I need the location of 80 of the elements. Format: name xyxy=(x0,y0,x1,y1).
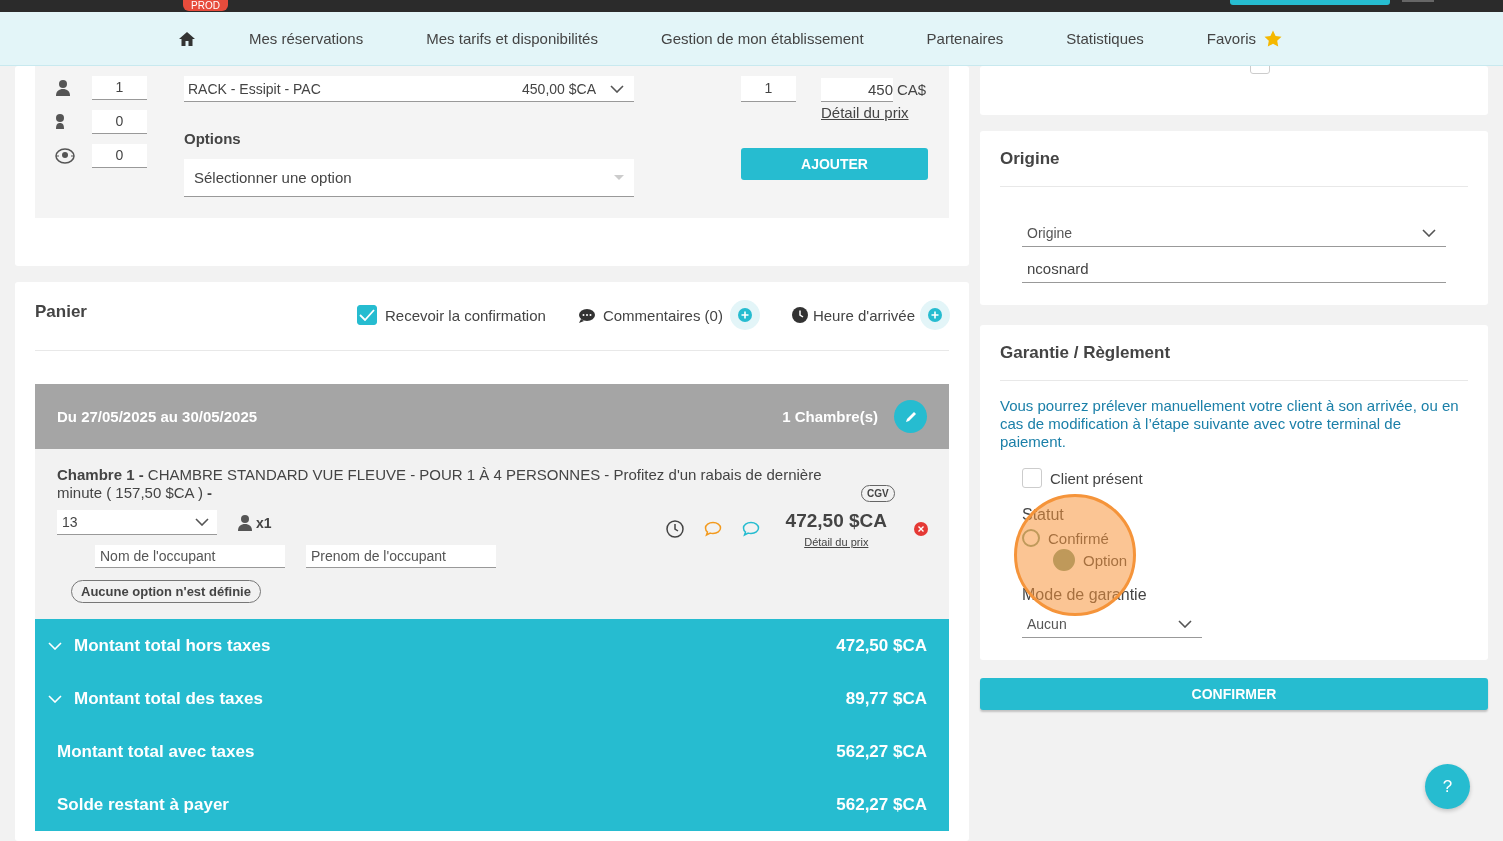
home-icon xyxy=(178,30,196,47)
occupant-first-name-field[interactable]: Prenom de l'occupant xyxy=(306,545,496,568)
user-field[interactable]: ncosnard xyxy=(1022,255,1446,283)
rate-select[interactable]: RACK - Essipit - PAC 450,00 $CA xyxy=(184,76,634,102)
home-link[interactable] xyxy=(178,30,196,47)
total-amount: 562,27 $CA xyxy=(836,794,927,815)
payment-notice: Vous pourrez prélever manuellement votre client à son arrivée, ou en cas de modification à l’étape suivante avec votre terminal de paiement. xyxy=(1000,397,1460,451)
occupant-count: x1 xyxy=(256,514,272,531)
origin-select[interactable]: Origine xyxy=(1022,219,1446,247)
clock-icon xyxy=(665,520,684,538)
environment-badge: PROD xyxy=(183,0,228,11)
section-title: Origine xyxy=(1000,149,1061,170)
guest-count-field[interactable]: 0 xyxy=(92,110,147,134)
child-icon xyxy=(55,113,65,131)
options-button[interactable]: Aucune option n'est définie xyxy=(71,580,261,603)
options-label: Options xyxy=(184,130,242,147)
radio-button[interactable] xyxy=(1053,549,1075,571)
checkbox-label: Client présent xyxy=(1050,469,1143,487)
currency-label: CA$ xyxy=(897,80,927,100)
rate-price: 450,00 $CA xyxy=(522,80,596,97)
chevron-down-icon xyxy=(1422,228,1436,237)
add-icon xyxy=(729,300,760,330)
guarantee-mode-value: Aucun xyxy=(1027,615,1067,632)
checkbox[interactable] xyxy=(1022,468,1042,488)
clock-icon xyxy=(791,307,808,323)
adult-icon xyxy=(55,79,71,97)
checkbox-label: Recevoir la confirmation xyxy=(385,306,546,324)
person-icon xyxy=(237,514,253,531)
total-amount: 89,77 $CA xyxy=(845,688,927,709)
radio-label: Confirmé xyxy=(1048,529,1109,547)
guest-count-field[interactable]: 0 xyxy=(92,144,147,168)
quantity-field[interactable]: 1 xyxy=(741,76,796,102)
arrival-time-label: Heure d'arrivée xyxy=(812,306,915,324)
comments-label: Commentaires (0) xyxy=(602,306,723,324)
dropdown-arrow-icon xyxy=(614,175,624,180)
total-label: Montant total avec taxes xyxy=(57,741,255,762)
origin-placeholder: Origine xyxy=(1027,224,1073,241)
chevron-down-icon xyxy=(610,84,624,93)
rate-name: RACK - Essipit - PAC xyxy=(188,80,321,97)
room-description: Chambre 1 - CHAMBRE STANDARD VUE FLEUVE - POUR 1 À 4 PERSONNES - Profitez d'un rabais de dernière minute ( 157,50 $CA ) - xyxy=(57,466,823,502)
room-count: 1 Chambre(s) xyxy=(782,408,878,425)
chevron-down-icon xyxy=(48,641,62,650)
favorites-link[interactable]: Favoris xyxy=(1206,30,1283,47)
nav-link[interactable]: Mes tarifs et disponibilités xyxy=(426,30,598,47)
speech-bubble-icon xyxy=(741,521,760,537)
total-amount: 472,50 $CA xyxy=(836,635,927,656)
guest-count-field[interactable]: 1 xyxy=(92,76,147,100)
nav-link[interactable]: Statistiques xyxy=(1066,30,1144,47)
guarantee-mode-select[interactable]: Aucun xyxy=(1022,610,1202,638)
check-icon xyxy=(359,309,375,321)
radio-label: Option xyxy=(1083,551,1128,569)
nav-link[interactable]: Gestion de mon établissement xyxy=(660,30,864,47)
nav-link[interactable]: Partenaires xyxy=(926,30,1004,47)
price-detail-link[interactable]: Détail du prix xyxy=(804,536,869,548)
chevron-down-icon xyxy=(1178,619,1192,628)
top-button[interactable] xyxy=(1230,0,1390,5)
speech-bubble-icon xyxy=(703,521,722,537)
radio-button[interactable] xyxy=(1022,529,1040,547)
total-amount: 562,27 $CA xyxy=(836,741,927,762)
pencil-icon xyxy=(903,409,918,424)
edit-button[interactable] xyxy=(894,400,927,433)
stay-dates: Du 27/05/2025 au 30/05/2025 xyxy=(57,408,258,425)
options-placeholder: Sélectionner une option xyxy=(194,169,352,186)
checkbox[interactable] xyxy=(357,305,377,325)
add-icon xyxy=(920,300,950,330)
nav-link[interactable]: Mes réservations xyxy=(249,30,364,47)
room-price: 472,50 $CA xyxy=(785,510,887,532)
room-number-select[interactable]: 13 xyxy=(57,510,217,535)
remove-icon[interactable] xyxy=(913,521,929,537)
price-detail-link[interactable]: Détail du prix xyxy=(821,104,909,121)
total-label: Solde restant à payer xyxy=(57,794,229,815)
occupant-last-name-field[interactable]: Nom de l'occupant xyxy=(95,545,285,568)
star-icon xyxy=(1264,30,1283,47)
price-field[interactable]: 450 xyxy=(821,78,893,102)
comment-icon xyxy=(577,307,596,323)
chevron-down-icon xyxy=(48,694,62,703)
section-title: Garantie / Règlement xyxy=(1000,343,1172,364)
chevron-down-icon xyxy=(195,518,209,526)
options-select[interactable]: Sélectionner une option xyxy=(184,159,634,197)
cart-title: Panier xyxy=(35,302,87,322)
